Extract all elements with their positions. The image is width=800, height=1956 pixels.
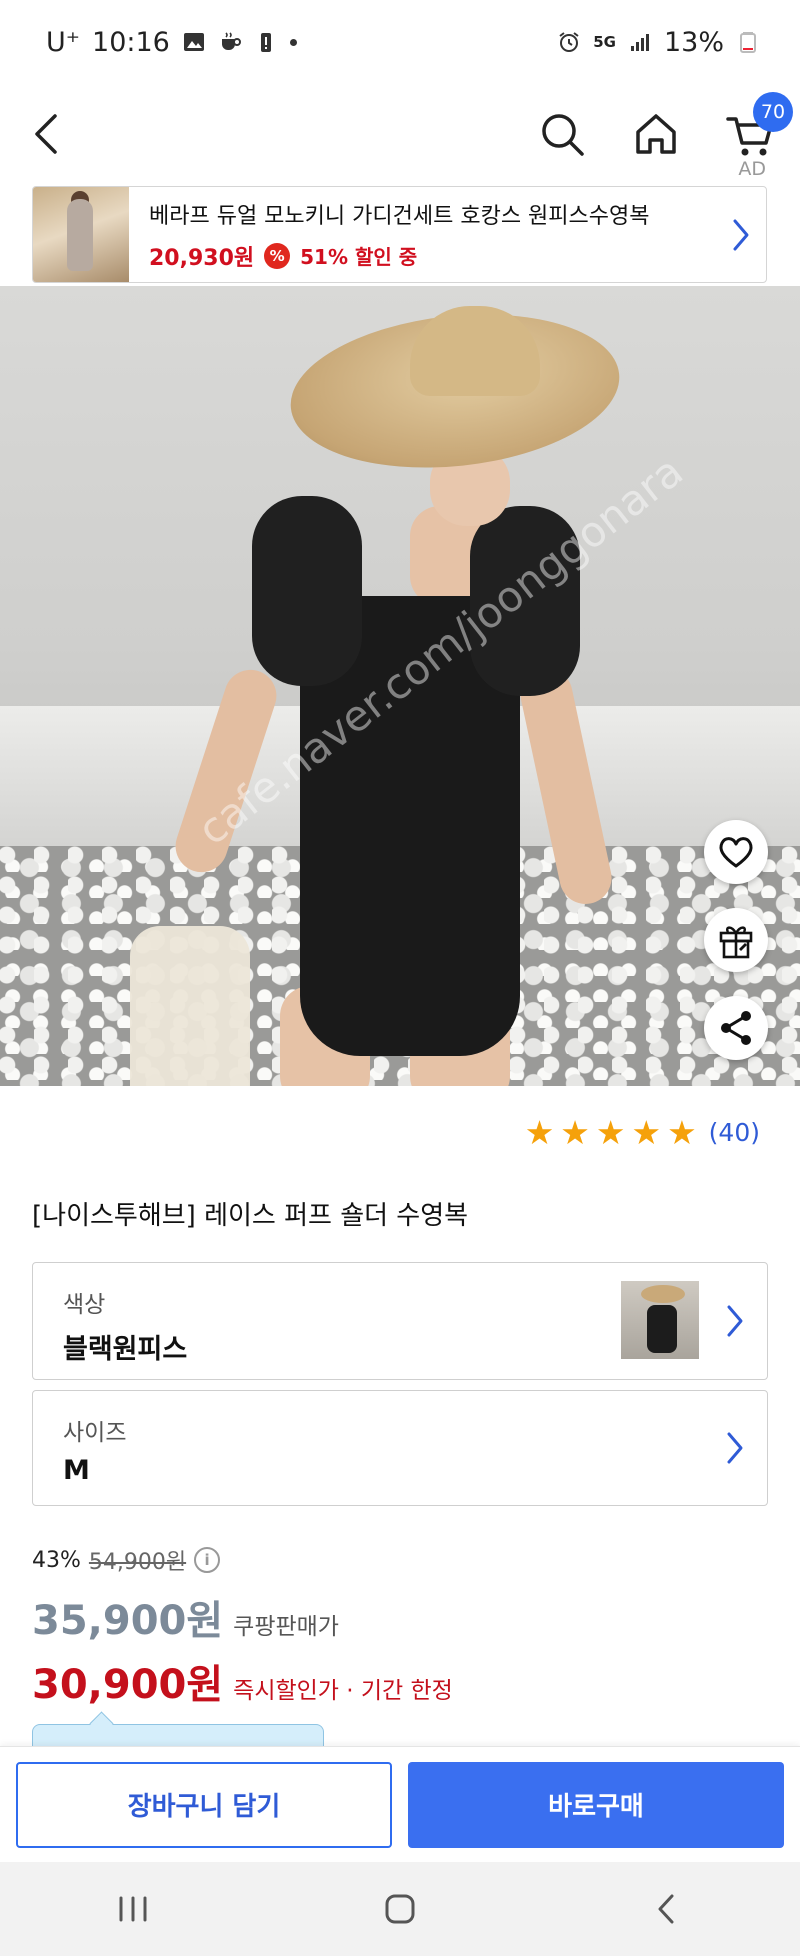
color-option-value: 블랙원피스	[63, 1334, 188, 1365]
search-button[interactable]	[527, 84, 597, 184]
instant-price-label: 즉시할인가 · 기간 한정	[233, 1678, 453, 1704]
ad-title: 베라프 듀얼 모노키니 가디건세트 호캉스 원피스수영복	[149, 203, 650, 229]
home-icon	[636, 114, 676, 154]
back-icon	[35, 114, 57, 154]
instant-price: 30,900원	[32, 1662, 224, 1708]
color-option-label: 색상	[63, 1292, 106, 1318]
star-icon: ★	[595, 1113, 626, 1152]
ad-label: AD	[738, 158, 766, 180]
share-button[interactable]	[704, 996, 768, 1060]
network-type: 5G	[593, 33, 616, 51]
chevron-right-icon	[727, 1432, 743, 1464]
coupang-price-row: 35,900원 쿠팡판매가	[32, 1588, 339, 1646]
carrier-label: U⁺	[46, 26, 81, 58]
star-icon: ★	[524, 1113, 555, 1152]
info-icon[interactable]: i	[194, 1547, 221, 1573]
color-option-thumbnail	[621, 1281, 699, 1359]
ad-price-row: 20,930원 % 51% 할인 중	[149, 240, 716, 272]
original-price: 54,900원	[88, 1550, 187, 1575]
color-option-selector[interactable]: 색상 블랙원피스	[32, 1262, 768, 1380]
cafe-notification-icon	[221, 32, 241, 50]
recents-button[interactable]	[83, 1869, 183, 1949]
star-icon: ★	[560, 1113, 590, 1152]
battery-percent: 13%	[663, 26, 724, 58]
product-title: [나이스투해브] 레이스 퍼프 숄더 수영복	[32, 1201, 469, 1231]
search-icon	[542, 114, 584, 156]
gallery-notification-icon	[183, 33, 204, 51]
home-button[interactable]	[621, 84, 691, 184]
system-home-button[interactable]	[350, 1869, 450, 1949]
size-option-label: 사이즈	[63, 1420, 127, 1446]
ad-price: 20,930원	[149, 245, 255, 271]
rating[interactable]: ★ ★ ★ ★ ★ (40)	[525, 1116, 760, 1149]
ad-chevron	[716, 217, 766, 253]
more-notifications-dot	[289, 38, 297, 46]
status-bar: U⁺ 10:16 5G 13%	[0, 0, 800, 84]
status-right: 5G 13%	[557, 27, 760, 58]
top-navigation: 70	[0, 84, 800, 184]
buy-now-button[interactable]: 바로구매	[408, 1761, 784, 1848]
size-option-value: M	[63, 1455, 90, 1486]
battery-icon	[740, 32, 756, 53]
product-image[interactable]: cafe.naver.com/joonggonara	[0, 286, 800, 1086]
clock: 10:16	[92, 26, 170, 58]
system-back-button[interactable]	[617, 1869, 717, 1949]
ad-banner[interactable]: 베라프 듀얼 모노키니 가디건세트 호캉스 원피스수영복 20,930원 % 5…	[32, 186, 767, 283]
ad-text: 베라프 듀얼 모노키니 가디건세트 호캉스 원피스수영복 20,930원 % 5…	[129, 198, 716, 272]
size-option-chevron	[723, 1391, 747, 1505]
share-icon	[721, 1011, 751, 1045]
recents-icon	[119, 1896, 147, 1922]
chevron-right-icon	[733, 219, 749, 250]
back-button[interactable]	[12, 84, 82, 184]
tooltip-bubble	[32, 1724, 324, 1748]
coupang-price-label: 쿠팡판매가	[233, 1614, 339, 1640]
gift-button[interactable]	[704, 908, 768, 972]
instant-price-row: 30,900원 즉시할인가 · 기간 한정	[32, 1652, 453, 1710]
ad-thumbnail	[33, 187, 129, 282]
chevron-right-icon	[727, 1305, 743, 1337]
heart-icon	[719, 837, 753, 868]
status-left: U⁺ 10:16	[46, 27, 297, 58]
battery-alert-icon	[260, 33, 271, 52]
action-bar: 장바구니 담기 바로구매	[0, 1746, 800, 1862]
home-button-icon	[385, 1894, 415, 1924]
star-icon: ★	[667, 1113, 697, 1152]
ad-discount-text: 51% 할인 중	[300, 245, 418, 269]
review-count-link[interactable]: (40)	[709, 1118, 760, 1147]
coupang-price: 35,900원	[32, 1598, 224, 1644]
star-icon: ★	[631, 1113, 662, 1152]
signal-icon	[630, 34, 649, 51]
cart-count-badge: 70	[753, 92, 793, 132]
color-option-chevron	[723, 1263, 747, 1379]
discount-percent-icon: %	[264, 242, 291, 269]
size-option-selector[interactable]: 사이즈 M	[32, 1390, 768, 1506]
wishlist-button[interactable]	[704, 820, 768, 884]
original-price-row: 43% 54,900원 i	[32, 1544, 221, 1576]
back-nav-icon	[658, 1894, 674, 1924]
discount-rate: 43%	[32, 1547, 81, 1573]
add-to-cart-button[interactable]: 장바구니 담기	[16, 1761, 392, 1848]
android-navigation-bar	[0, 1862, 800, 1956]
gift-icon	[719, 926, 753, 959]
alarm-icon	[559, 32, 579, 52]
